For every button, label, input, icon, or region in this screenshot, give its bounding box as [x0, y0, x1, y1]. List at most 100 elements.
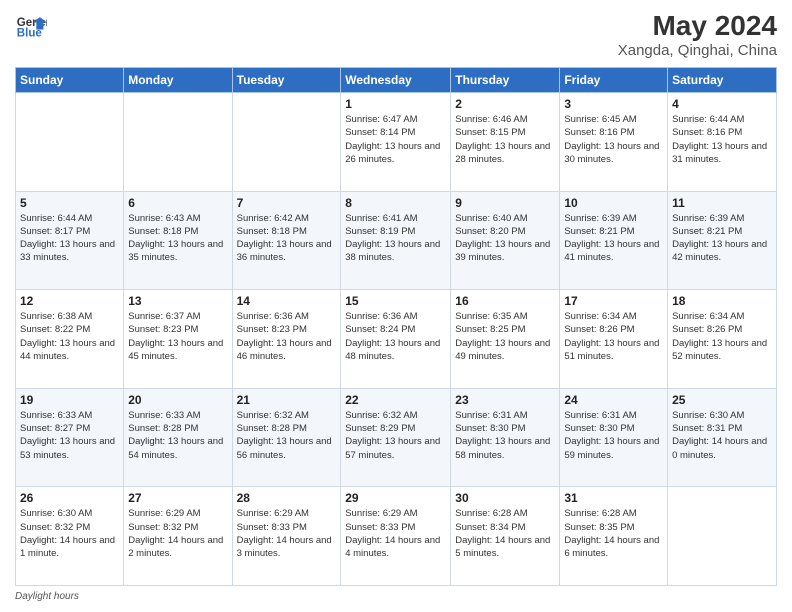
calendar-header-cell: Sunday	[16, 68, 124, 93]
calendar-cell	[16, 93, 124, 192]
calendar-cell: 8 Sunrise: 6:41 AM Sunset: 8:19 PM Daylig…	[341, 191, 451, 290]
day-info: Sunrise: 6:46 AM Sunset: 8:15 PM Dayligh…	[455, 113, 555, 166]
day-number: 14	[237, 294, 337, 308]
day-info: Sunrise: 6:34 AM Sunset: 8:26 PM Dayligh…	[564, 310, 663, 363]
calendar-cell: 5 Sunrise: 6:44 AM Sunset: 8:17 PM Daylig…	[16, 191, 124, 290]
day-info: Sunrise: 6:33 AM Sunset: 8:28 PM Dayligh…	[128, 409, 227, 462]
calendar-cell: 6 Sunrise: 6:43 AM Sunset: 8:18 PM Daylig…	[124, 191, 232, 290]
calendar-week-row: 26 Sunrise: 6:30 AM Sunset: 8:32 PM Dayli…	[16, 487, 777, 586]
day-info: Sunrise: 6:32 AM Sunset: 8:29 PM Dayligh…	[345, 409, 446, 462]
day-info: Sunrise: 6:29 AM Sunset: 8:33 PM Dayligh…	[237, 507, 337, 560]
header: General Blue May 2024 Xangda, Qinghai, C…	[15, 10, 777, 59]
main-title: May 2024	[618, 10, 777, 42]
calendar-header-cell: Tuesday	[232, 68, 341, 93]
calendar-cell	[124, 93, 232, 192]
calendar-cell: 29Sunrise: 6:29 AM Sunset: 8:33 PM Dayli…	[341, 487, 451, 586]
calendar-cell: 20 Sunrise: 6:33 AM Sunset: 8:28 PM Dayli…	[124, 388, 232, 487]
calendar-header-cell: Wednesday	[341, 68, 451, 93]
day-info: Sunrise: 6:40 AM Sunset: 8:20 PM Dayligh…	[455, 212, 555, 265]
day-number: 18	[672, 294, 772, 308]
logo: General Blue	[15, 10, 47, 42]
calendar-cell: 14 Sunrise: 6:36 AM Sunset: 8:23 PM Dayli…	[232, 290, 341, 389]
day-info: Sunrise: 6:43 AM Sunset: 8:18 PM Dayligh…	[128, 212, 227, 265]
day-number: 9	[455, 196, 555, 210]
day-info: Sunrise: 6:33 AM Sunset: 8:27 PM Dayligh…	[20, 409, 119, 462]
calendar-cell	[232, 93, 341, 192]
calendar-header-cell: Thursday	[451, 68, 560, 93]
day-info: Sunrise: 6:29 AM Sunset: 8:33 PM Dayligh…	[345, 507, 446, 560]
calendar-cell: 2 Sunrise: 6:46 AM Sunset: 8:15 PM Daylig…	[451, 93, 560, 192]
calendar-cell: 7 Sunrise: 6:42 AM Sunset: 8:18 PM Daylig…	[232, 191, 341, 290]
day-number: 8	[345, 196, 446, 210]
calendar-week-row: 5 Sunrise: 6:44 AM Sunset: 8:17 PM Daylig…	[16, 191, 777, 290]
calendar-cell: 21 Sunrise: 6:32 AM Sunset: 8:28 PM Dayli…	[232, 388, 341, 487]
day-number: 21	[237, 393, 337, 407]
calendar-cell: 12Sunrise: 6:38 AM Sunset: 8:22 PM Dayli…	[16, 290, 124, 389]
calendar-header-cell: Saturday	[668, 68, 777, 93]
calendar-cell: 26 Sunrise: 6:30 AM Sunset: 8:32 PM Dayli…	[16, 487, 124, 586]
day-number: 4	[672, 97, 772, 111]
day-info: Sunrise: 6:44 AM Sunset: 8:17 PM Dayligh…	[20, 212, 119, 265]
subtitle: Xangda, Qinghai, China	[618, 42, 777, 59]
day-number: 23	[455, 393, 555, 407]
day-info: Sunrise: 6:30 AM Sunset: 8:32 PM Dayligh…	[20, 507, 119, 560]
calendar-cell: 30 Sunrise: 6:28 AM Sunset: 8:34 PM Dayli…	[451, 487, 560, 586]
day-number: 22	[345, 393, 446, 407]
footer-label: Daylight hours	[15, 591, 79, 602]
calendar-cell: 4Sunrise: 6:44 AM Sunset: 8:16 PM Daylig…	[668, 93, 777, 192]
calendar-cell: 10Sunrise: 6:39 AM Sunset: 8:21 PM Dayli…	[560, 191, 668, 290]
calendar-header-cell: Monday	[124, 68, 232, 93]
day-number: 16	[455, 294, 555, 308]
calendar-cell: 23Sunrise: 6:31 AM Sunset: 8:30 PM Dayli…	[451, 388, 560, 487]
calendar-cell	[668, 487, 777, 586]
day-info: Sunrise: 6:38 AM Sunset: 8:22 PM Dayligh…	[20, 310, 119, 363]
day-info: Sunrise: 6:36 AM Sunset: 8:23 PM Dayligh…	[237, 310, 337, 363]
day-number: 3	[564, 97, 663, 111]
day-info: Sunrise: 6:32 AM Sunset: 8:28 PM Dayligh…	[237, 409, 337, 462]
calendar-cell: 28 Sunrise: 6:29 AM Sunset: 8:33 PM Dayli…	[232, 487, 341, 586]
calendar-cell: 25 Sunrise: 6:30 AM Sunset: 8:31 PM Dayli…	[668, 388, 777, 487]
page: General Blue May 2024 Xangda, Qinghai, C…	[0, 0, 792, 612]
calendar-cell: 13Sunrise: 6:37 AM Sunset: 8:23 PM Dayli…	[124, 290, 232, 389]
calendar-cell: 31Sunrise: 6:28 AM Sunset: 8:35 PM Dayli…	[560, 487, 668, 586]
calendar-week-row: 19Sunrise: 6:33 AM Sunset: 8:27 PM Dayli…	[16, 388, 777, 487]
day-number: 7	[237, 196, 337, 210]
day-number: 2	[455, 97, 555, 111]
day-number: 13	[128, 294, 227, 308]
day-info: Sunrise: 6:45 AM Sunset: 8:16 PM Dayligh…	[564, 113, 663, 166]
calendar-week-row: 12Sunrise: 6:38 AM Sunset: 8:22 PM Dayli…	[16, 290, 777, 389]
day-info: Sunrise: 6:35 AM Sunset: 8:25 PM Dayligh…	[455, 310, 555, 363]
day-number: 24	[564, 393, 663, 407]
calendar-cell: 15Sunrise: 6:36 AM Sunset: 8:24 PM Dayli…	[341, 290, 451, 389]
calendar-cell: 27Sunrise: 6:29 AM Sunset: 8:32 PM Dayli…	[124, 487, 232, 586]
day-info: Sunrise: 6:39 AM Sunset: 8:21 PM Dayligh…	[672, 212, 772, 265]
logo-icon: General Blue	[15, 10, 47, 42]
calendar-cell: 1 Sunrise: 6:47 AM Sunset: 8:14 PM Daylig…	[341, 93, 451, 192]
calendar-cell: 11 Sunrise: 6:39 AM Sunset: 8:21 PM Dayli…	[668, 191, 777, 290]
day-info: Sunrise: 6:47 AM Sunset: 8:14 PM Dayligh…	[345, 113, 446, 166]
day-number: 10	[564, 196, 663, 210]
day-info: Sunrise: 6:30 AM Sunset: 8:31 PM Dayligh…	[672, 409, 772, 462]
day-info: Sunrise: 6:28 AM Sunset: 8:34 PM Dayligh…	[455, 507, 555, 560]
day-number: 11	[672, 196, 772, 210]
footer: Daylight hours	[15, 591, 777, 602]
calendar-cell: 16 Sunrise: 6:35 AM Sunset: 8:25 PM Dayli…	[451, 290, 560, 389]
day-number: 20	[128, 393, 227, 407]
day-info: Sunrise: 6:42 AM Sunset: 8:18 PM Dayligh…	[237, 212, 337, 265]
calendar-header-row: SundayMondayTuesdayWednesdayThursdayFrid…	[16, 68, 777, 93]
day-info: Sunrise: 6:34 AM Sunset: 8:26 PM Dayligh…	[672, 310, 772, 363]
day-number: 15	[345, 294, 446, 308]
title-block: May 2024 Xangda, Qinghai, China	[618, 10, 777, 59]
day-number: 1	[345, 97, 446, 111]
day-number: 6	[128, 196, 227, 210]
day-number: 17	[564, 294, 663, 308]
day-number: 28	[237, 491, 337, 505]
day-number: 5	[20, 196, 119, 210]
calendar-cell: 18 Sunrise: 6:34 AM Sunset: 8:26 PM Dayli…	[668, 290, 777, 389]
calendar-cell: 17 Sunrise: 6:34 AM Sunset: 8:26 PM Dayli…	[560, 290, 668, 389]
day-number: 30	[455, 491, 555, 505]
day-info: Sunrise: 6:31 AM Sunset: 8:30 PM Dayligh…	[564, 409, 663, 462]
day-number: 25	[672, 393, 772, 407]
day-number: 26	[20, 491, 119, 505]
day-info: Sunrise: 6:41 AM Sunset: 8:19 PM Dayligh…	[345, 212, 446, 265]
